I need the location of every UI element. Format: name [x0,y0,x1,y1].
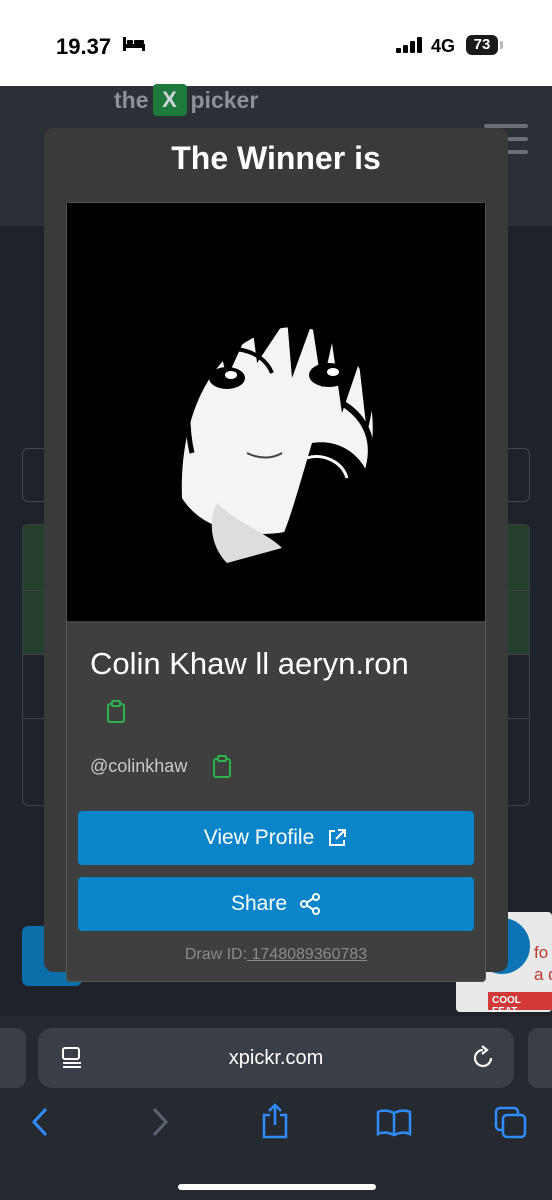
external-link-icon [329,829,347,846]
network-type: 4G [431,36,456,56]
back-icon[interactable] [30,1106,50,1138]
bookmarks-icon[interactable] [376,1108,412,1138]
modal-title: The Winner is [171,140,381,176]
home-indicator [178,1184,376,1190]
forward-icon[interactable] [150,1106,170,1138]
share-sheet-icon[interactable] [260,1102,290,1140]
battery-nub [500,41,503,49]
share-label: Share [230,892,288,915]
ad-caption: COOL FEAT [488,992,552,1012]
x-logo-icon: X [152,84,187,116]
share-button[interactable]: Share [78,877,474,931]
reload-icon[interactable] [470,1045,496,1071]
winner-avatar [67,203,485,621]
logo-suffix: picker [190,86,259,113]
copy-handle-clipboard-icon[interactable] [212,755,232,779]
draw-id: Draw ID: 1748089360783 [0,946,552,964]
previous-tab-preview[interactable] [0,1028,26,1088]
next-tab-preview[interactable] [528,1028,552,1088]
view-profile-label: View Profile [203,826,315,849]
draw-id-value[interactable]: 1748089360783 [247,946,367,963]
copy-name-clipboard-icon[interactable] [106,700,126,724]
view-profile-button[interactable]: View Profile [78,811,474,865]
share-icon [300,893,321,915]
sleep-focus-icon [123,37,145,51]
logo-prefix: the [114,86,149,113]
url-text[interactable]: xpickr.com [38,1047,514,1070]
battery-indicator: 73 [466,35,498,55]
site-logo[interactable]: the X picker [114,84,258,116]
draw-id-label: Draw ID: [184,946,248,963]
status-bar: 19.37 4G 73 [0,0,552,86]
winner-handle: @colinkhaw [90,756,188,776]
tabs-icon[interactable] [494,1106,528,1140]
status-time: 19.37 [56,34,112,59]
winner-name: Colin Khaw ll aeryn.ron [90,646,409,681]
cellular-signal-icon [396,37,422,53]
